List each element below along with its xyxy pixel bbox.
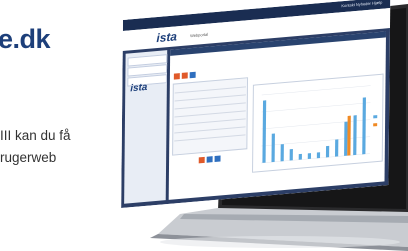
table-row xyxy=(174,86,246,93)
table-row xyxy=(174,126,246,133)
chart-bar xyxy=(307,153,312,160)
table-row xyxy=(174,118,246,125)
table-row xyxy=(174,110,246,117)
body-line-1: III kan du få xyxy=(0,128,71,143)
chart-bar xyxy=(316,152,321,159)
chart-svg xyxy=(261,85,378,164)
sidebar xyxy=(124,50,168,204)
chart-bar xyxy=(262,100,267,163)
table-row xyxy=(174,94,246,101)
chart-bar xyxy=(344,121,348,156)
consumption-chart xyxy=(252,73,384,173)
chart-bar xyxy=(362,97,366,155)
chart-bar xyxy=(325,145,330,158)
chart-bar xyxy=(289,148,293,161)
chart-bar xyxy=(271,133,275,163)
table-row xyxy=(174,134,246,141)
body-line-2: rugerweb xyxy=(0,150,57,165)
chart-bar xyxy=(298,153,302,160)
sidebar-ista-logo: ista xyxy=(130,81,148,95)
action-button-1[interactable] xyxy=(173,73,180,80)
gridline xyxy=(261,102,371,113)
laptop-image: Kontakt Nyheder Hjælp ista Webportal ist… xyxy=(110,0,408,251)
main-panel xyxy=(168,31,386,200)
body-text: III kan du få rugerweb xyxy=(0,125,71,169)
headline: e.dk xyxy=(0,24,51,54)
legend-swatch xyxy=(373,115,378,119)
chart-bar xyxy=(280,144,284,162)
footer-button-1[interactable] xyxy=(198,156,205,164)
action-button-2[interactable] xyxy=(181,72,188,79)
chart-bar xyxy=(335,139,339,157)
footer-button-2[interactable] xyxy=(206,156,213,163)
footer-button-3[interactable] xyxy=(214,155,221,163)
table-row xyxy=(174,102,246,109)
ista-logo: ista xyxy=(156,29,178,46)
data-table xyxy=(172,77,249,156)
action-button-3[interactable] xyxy=(189,71,196,79)
chart-bar xyxy=(353,115,357,156)
screen: Kontakt Nyheder Hjælp ista Webportal ist… xyxy=(121,0,391,208)
chart-bar xyxy=(347,115,351,156)
legend-swatch xyxy=(373,123,378,127)
page: e.dk III kan du få rugerweb Kontakt Nyhe… xyxy=(0,0,408,251)
gridline xyxy=(261,85,371,96)
